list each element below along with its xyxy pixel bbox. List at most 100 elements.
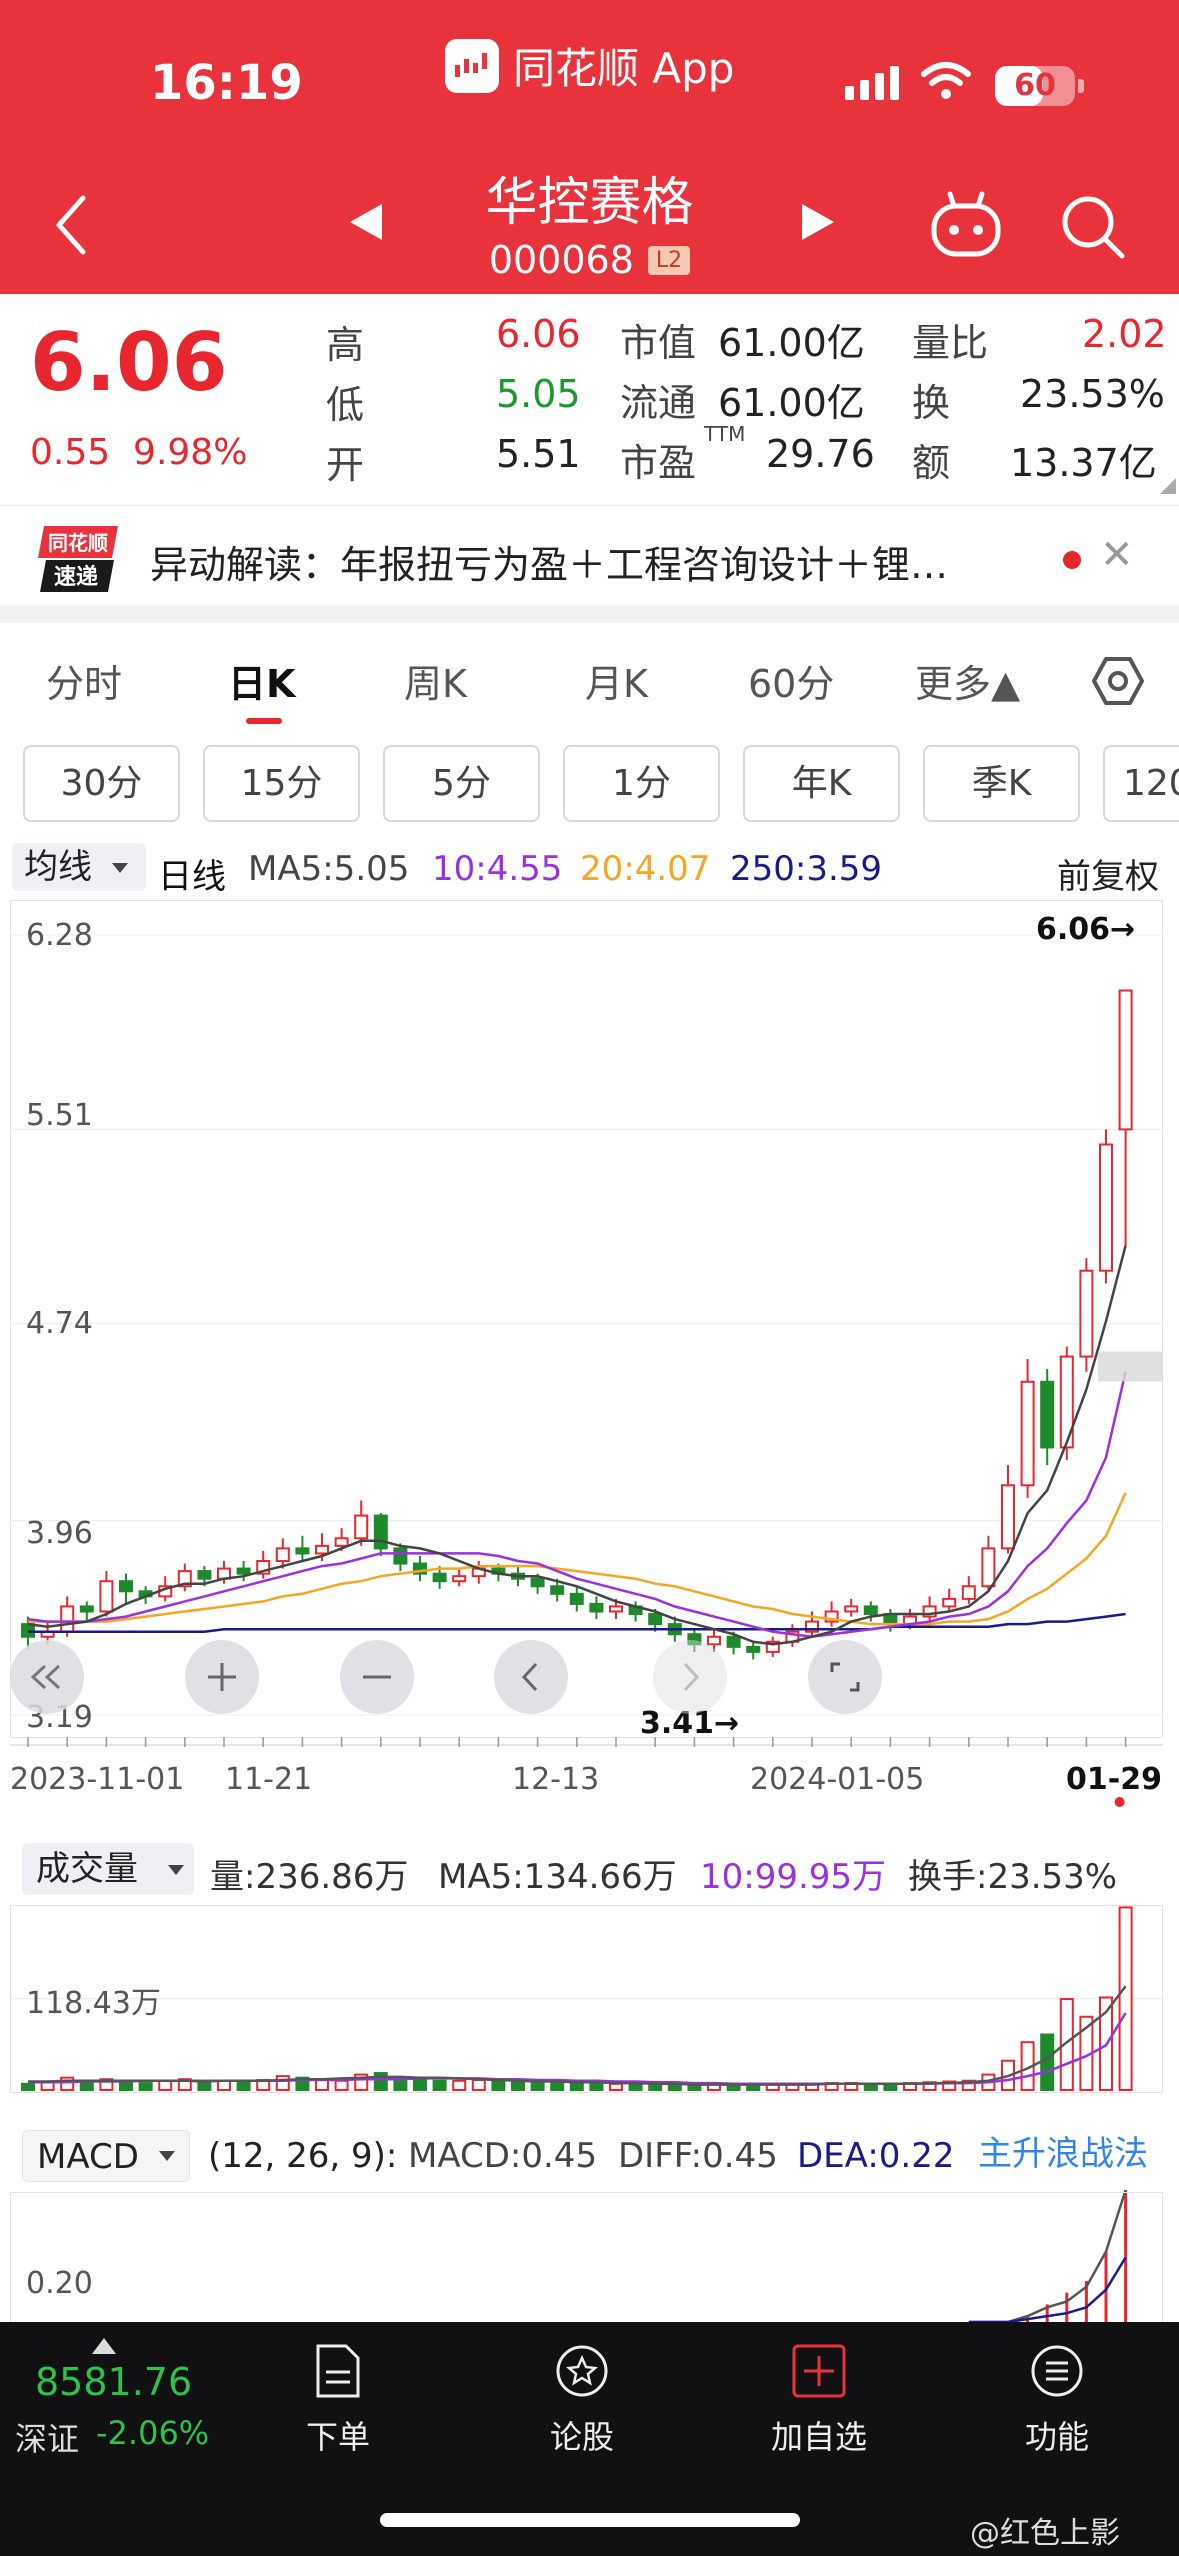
macd-value: MACD:0.45 (408, 2136, 598, 2176)
candle-body (197, 1570, 212, 1580)
x-date-4: 2024-01-05 (750, 1762, 925, 1797)
candle-body (354, 1514, 369, 1540)
candle-body (1079, 1269, 1094, 1358)
volume-chart-frame (10, 1905, 1163, 2093)
candle-body (119, 1580, 133, 1593)
home-indicator (380, 2513, 800, 2527)
candle-body (707, 1635, 721, 1646)
candle-body (863, 1605, 878, 1616)
nav-add-watchlist-label: 加自选 (770, 2418, 867, 2456)
zoom-out-button[interactable] (340, 1640, 414, 1714)
candle-body (844, 1605, 859, 1613)
zoom-in-button[interactable] (185, 1640, 259, 1714)
candle-body (99, 1580, 114, 1613)
x-date-1: 2023-11-01 (10, 1762, 185, 1797)
x-date-3: 12-13 (512, 1762, 600, 1797)
y-tick-2: 5.51 (26, 1098, 93, 1133)
macd-chart-frame (10, 2192, 1163, 2332)
candle-body (236, 1567, 251, 1575)
volume-ma10: 10:99.95万 (700, 1857, 887, 1897)
ma5-line (27, 1245, 1127, 1646)
candle-body (452, 1575, 467, 1583)
watermark: @红色上影 (970, 2516, 1120, 2551)
candle-body (589, 1602, 604, 1613)
candle-body (569, 1592, 584, 1605)
y-tick-1: 6.28 (26, 918, 93, 953)
macd-diff: DIFF:0.45 (618, 2136, 778, 2176)
candle-body (726, 1635, 741, 1648)
candle-body (432, 1572, 447, 1583)
macd-dropdown-label: MACD (37, 2137, 139, 2177)
macd-dea: DEA:0.22 (797, 2136, 955, 2176)
candle-body (1099, 1143, 1113, 1272)
macd-params: (12, 26, 9): (208, 2136, 398, 2176)
candle-body (393, 1547, 408, 1565)
scroll-right-button[interactable] (653, 1640, 727, 1714)
macd-dropdown[interactable]: MACD (22, 2130, 190, 2182)
chevron-right-icon (683, 1662, 700, 1692)
index-up-arrow-icon (92, 2338, 116, 2354)
nav-functions[interactable]: 功能 (977, 2342, 1137, 2458)
scroll-left-button[interactable] (494, 1640, 568, 1714)
volume-turnover: 换手:23.53% (908, 1857, 1118, 1897)
index-value[interactable]: 8581.76 (35, 2360, 192, 2404)
macd-y-tick: 0.20 (26, 2266, 93, 2301)
y-tick-4: 3.96 (26, 1516, 93, 1551)
candle-body (1040, 1380, 1055, 1449)
candle-body (373, 1514, 388, 1550)
candle-body (1001, 1484, 1015, 1550)
current-day-dot (1114, 1797, 1125, 1807)
y-tick-3: 4.74 (26, 1306, 93, 1341)
index-change: -2.06% (96, 2414, 210, 2452)
candle-body (21, 1623, 35, 1638)
price-highlight-box (1098, 1351, 1163, 1382)
candle-body (1118, 989, 1133, 1131)
plus-icon (208, 1663, 236, 1691)
nav-discuss[interactable]: 论股 (502, 2342, 662, 2458)
document-icon (316, 2344, 360, 2398)
volume-value: 量:236.86万 (210, 1857, 409, 1897)
candle-body (609, 1605, 623, 1613)
candle-body (961, 1585, 976, 1600)
scroll-start-button[interactable] (10, 1640, 84, 1714)
candle-body (334, 1537, 349, 1547)
candle-body (746, 1645, 761, 1653)
add-square-icon (792, 2344, 846, 2398)
candle-body (981, 1547, 996, 1588)
chevron-left-icon (521, 1662, 538, 1692)
candle-body (530, 1577, 545, 1588)
index-name: 深证 (15, 2420, 80, 2458)
nav-add-watchlist[interactable]: 加自选 (739, 2342, 899, 2458)
double-chevron-left-icon (30, 1664, 61, 1690)
candle-body (1020, 1380, 1035, 1487)
nav-order-label: 下单 (305, 2418, 370, 2456)
x-date-2: 11-21 (225, 1762, 313, 1797)
candle-body (315, 1544, 329, 1555)
chevron-down-icon (168, 1865, 184, 1875)
chevron-down-icon (159, 2151, 175, 2161)
candle-body (550, 1585, 565, 1595)
candle-body (942, 1597, 957, 1608)
volume-ma5: MA5:134.66万 (438, 1857, 677, 1897)
volume-legend-row: 成交量 量:236.86万 MA5:134.66万 10:99.95万 换手:2… (0, 1843, 1179, 1899)
candle-body (295, 1547, 310, 1555)
fullscreen-button[interactable] (808, 1640, 882, 1714)
volume-dropdown[interactable]: 成交量 (22, 1843, 194, 1895)
nav-order[interactable]: 下单 (258, 2342, 418, 2458)
minus-icon (363, 1675, 391, 1679)
candle-body (275, 1547, 290, 1563)
volume-dropdown-label: 成交量 (36, 1849, 138, 1889)
star-badge-icon (556, 2345, 608, 2397)
strategy-link[interactable]: 主升浪战法 (978, 2126, 1148, 2175)
volume-y-tick: 118.43万 (26, 1986, 161, 2021)
menu-circle-icon (1031, 2345, 1083, 2397)
x-date-5: 01-29 (1066, 1762, 1162, 1797)
high-price-marker: 6.06→ (1036, 912, 1136, 947)
candle-body (60, 1605, 75, 1633)
candle-body (79, 1605, 94, 1613)
nav-discuss-label: 论股 (549, 2418, 614, 2456)
candle-body (648, 1613, 663, 1626)
macd-legend-row: MACD (12, 26, 9): MACD:0.45 DIFF:0.45 DE… (0, 2130, 1179, 2186)
nav-functions-label: 功能 (1024, 2418, 1089, 2456)
fullscreen-icon (830, 1662, 860, 1692)
